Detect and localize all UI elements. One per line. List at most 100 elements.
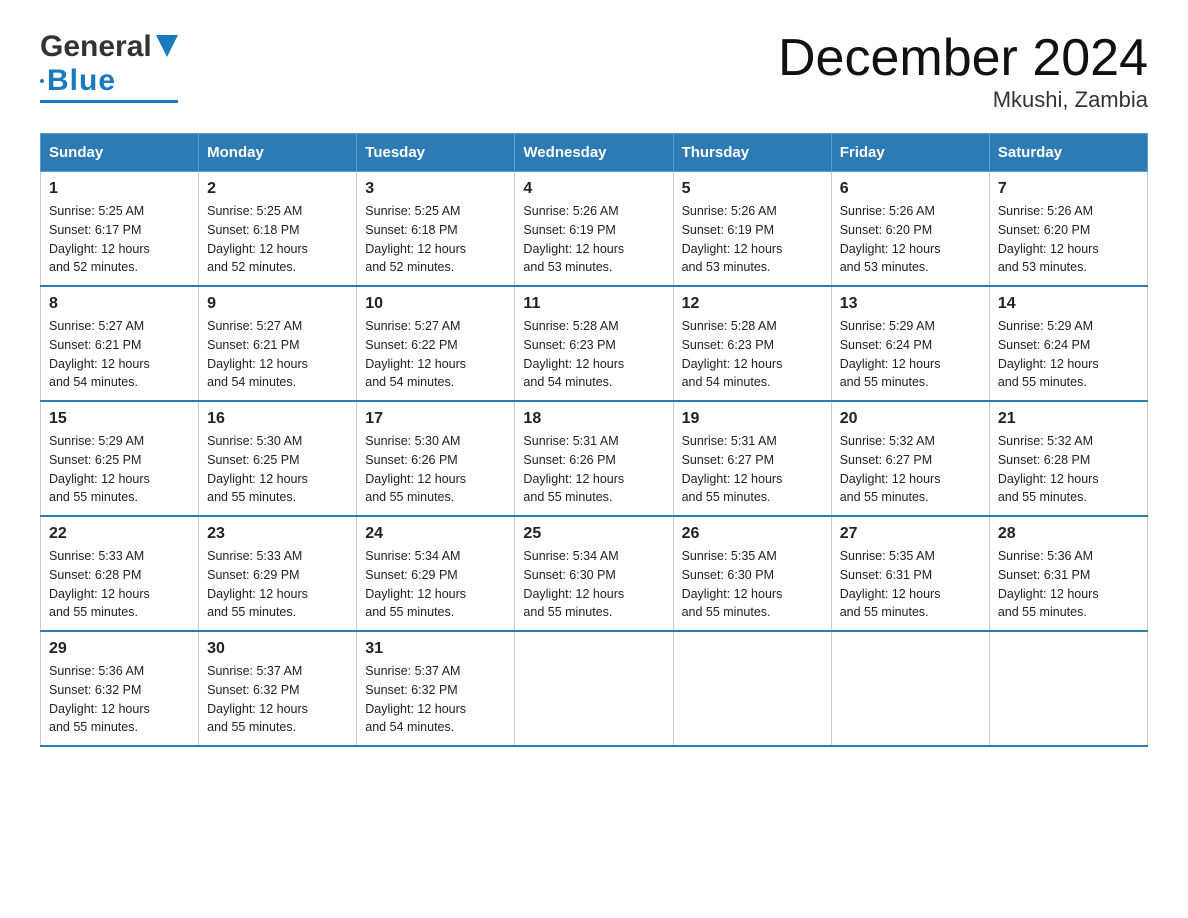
calendar-table: SundayMondayTuesdayWednesdayThursdayFrid… [40, 133, 1148, 747]
calendar-cell: 29 Sunrise: 5:36 AMSunset: 6:32 PMDaylig… [41, 631, 199, 746]
day-info: Sunrise: 5:26 AMSunset: 6:19 PMDaylight:… [523, 204, 624, 274]
day-number: 19 [682, 410, 823, 428]
day-info: Sunrise: 5:35 AMSunset: 6:31 PMDaylight:… [840, 549, 941, 619]
day-info: Sunrise: 5:32 AMSunset: 6:27 PMDaylight:… [840, 434, 941, 504]
title-block: December 2024 Mkushi, Zambia [778, 30, 1148, 113]
calendar-cell: 3 Sunrise: 5:25 AMSunset: 6:18 PMDayligh… [357, 172, 515, 287]
day-info: Sunrise: 5:33 AMSunset: 6:28 PMDaylight:… [49, 549, 150, 619]
day-info: Sunrise: 5:28 AMSunset: 6:23 PMDaylight:… [523, 319, 624, 389]
calendar-cell [673, 631, 831, 746]
day-info: Sunrise: 5:26 AMSunset: 6:20 PMDaylight:… [840, 204, 941, 274]
day-number: 15 [49, 410, 190, 428]
calendar-cell [989, 631, 1147, 746]
calendar-cell: 2 Sunrise: 5:25 AMSunset: 6:18 PMDayligh… [199, 172, 357, 287]
day-number: 18 [523, 410, 664, 428]
calendar-cell: 16 Sunrise: 5:30 AMSunset: 6:25 PMDaylig… [199, 401, 357, 516]
header-friday: Friday [831, 134, 989, 172]
calendar-cell: 5 Sunrise: 5:26 AMSunset: 6:19 PMDayligh… [673, 172, 831, 287]
month-title: December 2024 [778, 30, 1148, 87]
day-number: 27 [840, 525, 981, 543]
day-info: Sunrise: 5:36 AMSunset: 6:32 PMDaylight:… [49, 664, 150, 734]
day-info: Sunrise: 5:33 AMSunset: 6:29 PMDaylight:… [207, 549, 308, 619]
day-info: Sunrise: 5:27 AMSunset: 6:21 PMDaylight:… [207, 319, 308, 389]
logo-general-text: General [40, 30, 152, 64]
day-number: 14 [998, 295, 1139, 313]
day-info: Sunrise: 5:32 AMSunset: 6:28 PMDaylight:… [998, 434, 1099, 504]
day-info: Sunrise: 5:34 AMSunset: 6:29 PMDaylight:… [365, 549, 466, 619]
day-info: Sunrise: 5:25 AMSunset: 6:17 PMDaylight:… [49, 204, 150, 274]
day-info: Sunrise: 5:29 AMSunset: 6:25 PMDaylight:… [49, 434, 150, 504]
calendar-cell: 31 Sunrise: 5:37 AMSunset: 6:32 PMDaylig… [357, 631, 515, 746]
day-number: 2 [207, 180, 348, 198]
calendar-cell: 6 Sunrise: 5:26 AMSunset: 6:20 PMDayligh… [831, 172, 989, 287]
day-number: 13 [840, 295, 981, 313]
day-number: 9 [207, 295, 348, 313]
calendar-cell: 27 Sunrise: 5:35 AMSunset: 6:31 PMDaylig… [831, 516, 989, 631]
day-info: Sunrise: 5:25 AMSunset: 6:18 PMDaylight:… [207, 204, 308, 274]
calendar-cell: 11 Sunrise: 5:28 AMSunset: 6:23 PMDaylig… [515, 286, 673, 401]
calendar-cell: 30 Sunrise: 5:37 AMSunset: 6:32 PMDaylig… [199, 631, 357, 746]
calendar-cell: 15 Sunrise: 5:29 AMSunset: 6:25 PMDaylig… [41, 401, 199, 516]
day-info: Sunrise: 5:37 AMSunset: 6:32 PMDaylight:… [207, 664, 308, 734]
day-info: Sunrise: 5:30 AMSunset: 6:25 PMDaylight:… [207, 434, 308, 504]
day-number: 4 [523, 180, 664, 198]
header-monday: Monday [199, 134, 357, 172]
day-number: 7 [998, 180, 1139, 198]
week-row-5: 29 Sunrise: 5:36 AMSunset: 6:32 PMDaylig… [41, 631, 1148, 746]
day-number: 3 [365, 180, 506, 198]
header-wednesday: Wednesday [515, 134, 673, 172]
logo: General Blue [40, 30, 178, 103]
day-info: Sunrise: 5:37 AMSunset: 6:32 PMDaylight:… [365, 664, 466, 734]
calendar-header-row: SundayMondayTuesdayWednesdayThursdayFrid… [41, 134, 1148, 172]
header-tuesday: Tuesday [357, 134, 515, 172]
day-number: 20 [840, 410, 981, 428]
day-info: Sunrise: 5:31 AMSunset: 6:26 PMDaylight:… [523, 434, 624, 504]
day-info: Sunrise: 5:26 AMSunset: 6:19 PMDaylight:… [682, 204, 783, 274]
calendar-cell: 14 Sunrise: 5:29 AMSunset: 6:24 PMDaylig… [989, 286, 1147, 401]
day-info: Sunrise: 5:28 AMSunset: 6:23 PMDaylight:… [682, 319, 783, 389]
day-info: Sunrise: 5:25 AMSunset: 6:18 PMDaylight:… [365, 204, 466, 274]
calendar-cell [831, 631, 989, 746]
calendar-cell: 20 Sunrise: 5:32 AMSunset: 6:27 PMDaylig… [831, 401, 989, 516]
logo-blue-text: Blue [47, 64, 116, 98]
day-number: 8 [49, 295, 190, 313]
calendar-cell: 25 Sunrise: 5:34 AMSunset: 6:30 PMDaylig… [515, 516, 673, 631]
calendar-cell: 21 Sunrise: 5:32 AMSunset: 6:28 PMDaylig… [989, 401, 1147, 516]
calendar-cell [515, 631, 673, 746]
header-saturday: Saturday [989, 134, 1147, 172]
day-info: Sunrise: 5:30 AMSunset: 6:26 PMDaylight:… [365, 434, 466, 504]
day-number: 31 [365, 640, 506, 658]
calendar-cell: 8 Sunrise: 5:27 AMSunset: 6:21 PMDayligh… [41, 286, 199, 401]
page-header: General Blue December 2024 Mkushi, Zambi… [40, 30, 1148, 113]
calendar-cell: 17 Sunrise: 5:30 AMSunset: 6:26 PMDaylig… [357, 401, 515, 516]
day-number: 26 [682, 525, 823, 543]
day-info: Sunrise: 5:31 AMSunset: 6:27 PMDaylight:… [682, 434, 783, 504]
day-number: 16 [207, 410, 348, 428]
day-info: Sunrise: 5:27 AMSunset: 6:21 PMDaylight:… [49, 319, 150, 389]
day-number: 11 [523, 295, 664, 313]
calendar-cell: 9 Sunrise: 5:27 AMSunset: 6:21 PMDayligh… [199, 286, 357, 401]
calendar-cell: 28 Sunrise: 5:36 AMSunset: 6:31 PMDaylig… [989, 516, 1147, 631]
calendar-cell: 10 Sunrise: 5:27 AMSunset: 6:22 PMDaylig… [357, 286, 515, 401]
calendar-cell: 26 Sunrise: 5:35 AMSunset: 6:30 PMDaylig… [673, 516, 831, 631]
calendar-cell: 4 Sunrise: 5:26 AMSunset: 6:19 PMDayligh… [515, 172, 673, 287]
day-number: 25 [523, 525, 664, 543]
calendar-cell: 22 Sunrise: 5:33 AMSunset: 6:28 PMDaylig… [41, 516, 199, 631]
day-info: Sunrise: 5:29 AMSunset: 6:24 PMDaylight:… [998, 319, 1099, 389]
week-row-3: 15 Sunrise: 5:29 AMSunset: 6:25 PMDaylig… [41, 401, 1148, 516]
calendar-cell: 23 Sunrise: 5:33 AMSunset: 6:29 PMDaylig… [199, 516, 357, 631]
day-number: 1 [49, 180, 190, 198]
calendar-cell: 1 Sunrise: 5:25 AMSunset: 6:17 PMDayligh… [41, 172, 199, 287]
calendar-cell: 19 Sunrise: 5:31 AMSunset: 6:27 PMDaylig… [673, 401, 831, 516]
day-number: 6 [840, 180, 981, 198]
calendar-cell: 7 Sunrise: 5:26 AMSunset: 6:20 PMDayligh… [989, 172, 1147, 287]
calendar-cell: 12 Sunrise: 5:28 AMSunset: 6:23 PMDaylig… [673, 286, 831, 401]
week-row-1: 1 Sunrise: 5:25 AMSunset: 6:17 PMDayligh… [41, 172, 1148, 287]
day-number: 29 [49, 640, 190, 658]
day-info: Sunrise: 5:36 AMSunset: 6:31 PMDaylight:… [998, 549, 1099, 619]
calendar-cell: 18 Sunrise: 5:31 AMSunset: 6:26 PMDaylig… [515, 401, 673, 516]
day-number: 12 [682, 295, 823, 313]
day-info: Sunrise: 5:29 AMSunset: 6:24 PMDaylight:… [840, 319, 941, 389]
day-number: 22 [49, 525, 190, 543]
header-thursday: Thursday [673, 134, 831, 172]
